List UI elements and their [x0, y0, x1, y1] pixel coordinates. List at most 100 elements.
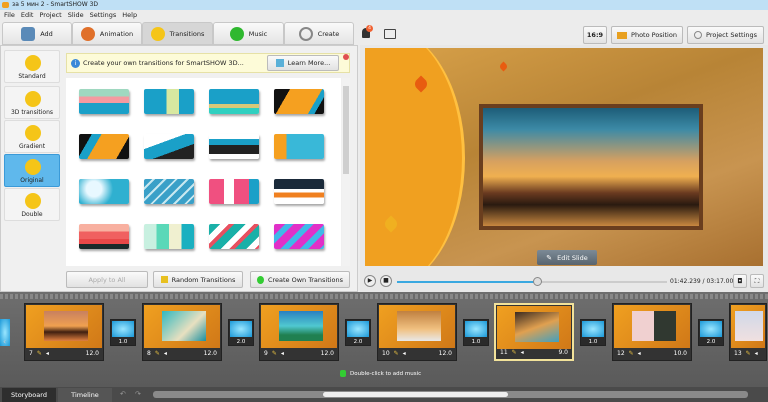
transition-thumbnail[interactable]	[79, 134, 129, 159]
transition-thumbnail[interactable]	[79, 89, 129, 114]
seek-handle[interactable]	[533, 277, 543, 286]
tab-music[interactable]: Music	[213, 22, 284, 45]
slide-duration: 12.0	[438, 350, 452, 357]
music-track-hint[interactable]: Double-click to add music	[340, 370, 421, 377]
slide-7[interactable]: 7 ✎ ◂ 12.0	[24, 303, 104, 361]
create-own-transitions-button[interactable]: Create Own Transitions	[250, 271, 350, 288]
transition-thumbnail[interactable]	[209, 224, 259, 249]
menu-slide[interactable]: Slide	[68, 11, 84, 19]
aspect-ratio-button[interactable]: 16:9	[583, 26, 607, 44]
slide-transition[interactable]: 2.0	[698, 319, 724, 346]
photo-position-button[interactable]: Photo Position	[611, 26, 683, 44]
transition-thumbnail[interactable]	[209, 179, 259, 204]
speaker-icon[interactable]: ◂	[755, 348, 758, 360]
menu-file[interactable]: File	[4, 11, 15, 19]
category-3d-transitions[interactable]: 3D transitions	[4, 86, 60, 119]
transition-thumbnail[interactable]	[274, 224, 324, 249]
slide-transition[interactable]: 1.0	[580, 319, 606, 346]
pencil-icon[interactable]: ✎	[512, 347, 517, 359]
slide-thumbnail	[261, 305, 337, 348]
transition-thumbnail[interactable]	[209, 134, 259, 159]
pencil-icon[interactable]: ✎	[629, 348, 634, 360]
transition-thumbnail[interactable]	[144, 89, 194, 114]
tab-animation[interactable]: Animation	[72, 22, 142, 45]
menu-help[interactable]: Help	[122, 11, 137, 19]
transition-thumbnail[interactable]	[274, 179, 324, 204]
pencil-icon[interactable]: ✎	[155, 348, 160, 360]
snapshot-camera-icon[interactable]: ◘	[733, 274, 747, 288]
transition-thumbnail[interactable]	[79, 224, 129, 249]
category-label: Gradient	[18, 143, 46, 150]
tab-label: Add	[40, 29, 53, 38]
slide-10[interactable]: 10 ✎ ◂ 12.0	[377, 303, 457, 361]
speaker-icon[interactable]: ◂	[164, 348, 167, 360]
play-button[interactable]: ▶	[364, 275, 376, 287]
category-gradient[interactable]: Gradient	[4, 120, 60, 153]
slide-preview[interactable]: ✎ Edit Slide	[365, 48, 763, 266]
project-settings-button[interactable]: Project Settings	[687, 26, 764, 44]
slide-duration: 9.0	[558, 349, 568, 356]
slide-8[interactable]: 8 ✎ ◂ 12.0	[142, 303, 222, 361]
slide-transition[interactable]: 1.0	[463, 319, 489, 346]
menu-edit[interactable]: Edit	[21, 11, 34, 19]
speaker-icon[interactable]: ◂	[521, 347, 524, 359]
transition-thumbnail[interactable]	[144, 134, 194, 159]
slide-transition[interactable]: 1.0	[110, 319, 136, 346]
tab-create[interactable]: Create	[284, 22, 354, 45]
slide-transition[interactable]: 2.0	[228, 319, 254, 346]
transition-thumbnail[interactable]	[144, 179, 194, 204]
scroll-thumb[interactable]	[323, 392, 508, 397]
slide-transition[interactable]: 2.0	[345, 319, 371, 346]
category-double[interactable]: Double	[4, 188, 60, 221]
tab-add[interactable]: Add	[2, 22, 72, 45]
transition-thumbnail[interactable]	[274, 134, 324, 159]
edit-slide-button[interactable]: ✎ Edit Slide	[537, 250, 597, 265]
slide-caption: 7 ✎ ◂ 12.0	[25, 348, 103, 360]
scroll-left-icon[interactable]: ‹	[3, 337, 6, 346]
speaker-icon[interactable]: ◂	[403, 348, 406, 360]
transition-thumbnail[interactable]	[79, 179, 129, 204]
pencil-icon[interactable]: ✎	[272, 348, 277, 360]
tab-timeline[interactable]: Timeline	[58, 388, 112, 402]
fullscreen-icon[interactable]: ⛶	[750, 274, 764, 288]
random-transitions-button[interactable]: Random Transitions	[153, 271, 243, 288]
seek-bar[interactable]	[397, 281, 667, 283]
close-banner-icon[interactable]	[343, 54, 349, 60]
slide-12[interactable]: 12 ✎ ◂ 10.0	[612, 303, 692, 361]
slide-9[interactable]: 9 ✎ ◂ 12.0	[259, 303, 339, 361]
category-original[interactable]: Original	[4, 154, 60, 187]
grid-scrollbar[interactable]	[342, 78, 350, 266]
scroll-thumb[interactable]	[343, 86, 349, 174]
menu-project[interactable]: Project	[39, 11, 61, 19]
slide-13[interactable]: 13 ✎ ◂	[729, 303, 767, 361]
transition-thumbnail[interactable]	[274, 89, 324, 114]
tab-transitions[interactable]: Transitions	[142, 22, 213, 45]
pencil-icon[interactable]: ✎	[746, 348, 751, 360]
speaker-icon[interactable]: ◂	[638, 348, 641, 360]
slide-number: 9	[264, 350, 268, 357]
learn-more-button[interactable]: Learn More...	[267, 55, 339, 71]
category-standard[interactable]: Standard	[4, 50, 60, 83]
pencil-icon[interactable]: ✎	[394, 348, 399, 360]
slide-11[interactable]: 11 ✎ ◂ 9.0	[494, 303, 574, 361]
tab-storyboard[interactable]: Storyboard	[2, 388, 56, 402]
category-label: Original	[20, 177, 44, 184]
slide-photo	[279, 311, 323, 341]
apply-to-all-button[interactable]: Apply to All	[66, 271, 148, 288]
menu-settings[interactable]: Settings	[90, 11, 117, 19]
storyboard-scrollbar[interactable]	[153, 391, 748, 398]
stop-button[interactable]: ■	[380, 275, 392, 287]
redo-icon[interactable]: ↷	[135, 390, 141, 398]
slideshow-icon[interactable]	[384, 29, 396, 39]
slide-photo	[397, 311, 441, 341]
pencil-icon[interactable]: ✎	[37, 348, 42, 360]
transition-thumbnail[interactable]	[144, 224, 194, 249]
photo-position-icon	[617, 31, 628, 39]
bell-icon[interactable]: 4	[362, 25, 373, 38]
speaker-icon[interactable]: ◂	[281, 348, 284, 360]
transition-thumbnail	[465, 321, 487, 337]
transition-thumbnail[interactable]	[209, 89, 259, 114]
undo-icon[interactable]: ↶	[120, 390, 126, 398]
speaker-icon[interactable]: ◂	[46, 348, 49, 360]
slide-photo	[735, 311, 763, 341]
